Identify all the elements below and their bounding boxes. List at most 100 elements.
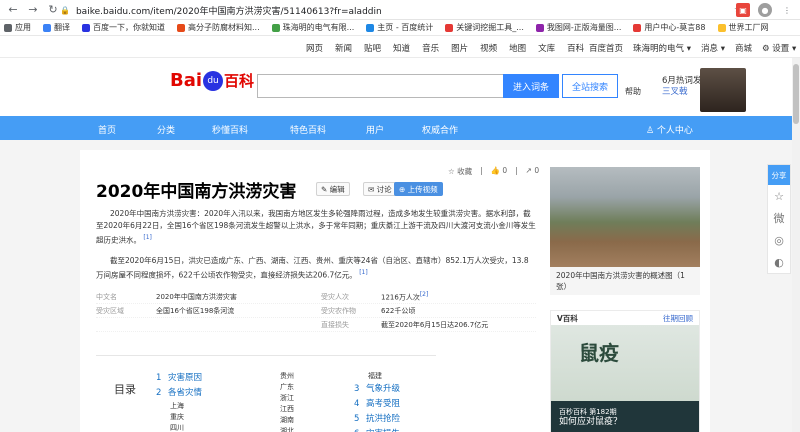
- photo-caption[interactable]: 2020年中国南方洪涝灾害的概述图（1张）: [550, 267, 700, 295]
- toc-sub-link[interactable]: 广东: [266, 382, 294, 393]
- product-link[interactable]: 文库: [538, 42, 555, 54]
- meta-item[interactable]: ☆ 收藏: [448, 166, 472, 177]
- bookmark-item[interactable]: 关键词挖掘工具_...: [445, 22, 524, 33]
- bookmark-label: 应用: [15, 23, 31, 32]
- article-meta-bar: ☆ 收藏 | 👍 0 | ↗ 0: [448, 166, 539, 177]
- video-thumbnail[interactable]: 鼠疫 百秒百科 第182期 如何应对鼠疫？: [551, 325, 699, 432]
- bookmark-label: 主页 - 百度统计: [377, 23, 434, 32]
- product-link[interactable]: 图片: [451, 42, 468, 54]
- toc-link[interactable]: 3 气象升级: [354, 382, 400, 397]
- user-link[interactable]: 商城: [735, 42, 752, 54]
- bookmark-favicon-icon: [366, 23, 375, 32]
- toc-link[interactable]: 5 抗洪抢险: [354, 412, 400, 427]
- user-link[interactable]: 百度首页: [589, 42, 623, 54]
- product-link[interactable]: 地图: [509, 42, 526, 54]
- bookmark-item[interactable]: 主页 - 百度统计: [366, 22, 433, 33]
- user-link[interactable]: 消息 ▾: [701, 42, 725, 54]
- discuss-button[interactable]: ✉ 讨论: [363, 182, 397, 196]
- toc-label: 各省灾情: [168, 388, 203, 398]
- citation-link[interactable]: [2]: [420, 291, 429, 298]
- meta-item: |: [480, 166, 483, 175]
- nav-miaodong[interactable]: 秒懂百科: [212, 123, 248, 136]
- v-baike-logo: V百科: [557, 313, 578, 323]
- toc-sub-link[interactable]: 重庆: [156, 412, 202, 423]
- toc-sub-link[interactable]: 贵州: [266, 371, 294, 382]
- favorite-icon[interactable]: ☆: [768, 185, 790, 207]
- qq-icon[interactable]: ◐: [768, 251, 790, 273]
- weibo-icon[interactable]: 微: [768, 207, 790, 229]
- toc-label: 气象升级: [366, 384, 401, 394]
- product-link[interactable]: 网页: [306, 42, 323, 54]
- product-link[interactable]: 新闻: [335, 42, 352, 54]
- toc-title: 目录: [114, 383, 136, 396]
- product-link[interactable]: 贴吧: [364, 42, 381, 54]
- past-review-link[interactable]: 往期回顾: [663, 313, 693, 324]
- bookmark-item[interactable]: 用户中心-莫言88: [633, 22, 706, 33]
- bookmark-item[interactable]: 高分子防腐材料知...: [177, 22, 260, 33]
- back-button[interactable]: ←: [6, 3, 20, 17]
- product-link[interactable]: 百科: [567, 42, 584, 54]
- wechat-icon[interactable]: ◎: [768, 229, 790, 251]
- toc-number: 2: [156, 388, 162, 398]
- bookmark-favicon-icon: [4, 23, 12, 32]
- product-link[interactable]: 音乐: [422, 42, 439, 54]
- bookmark-favicon-icon: [82, 23, 90, 32]
- citation-link[interactable]: [1]: [359, 269, 368, 276]
- user-center-link[interactable]: ♙ 个人中心: [646, 123, 693, 136]
- info-value: 全国16个省区198条河流: [156, 306, 235, 315]
- user-link[interactable]: ⚙ 设置 ▾: [762, 42, 796, 54]
- help-link[interactable]: 帮助: [625, 86, 641, 97]
- toc-sub-link[interactable]: 上海: [156, 401, 202, 412]
- toc-sub-link[interactable]: 福建: [354, 371, 400, 382]
- baike-logo[interactable]: Bai du 百科: [170, 70, 254, 91]
- nav-users[interactable]: 用户: [366, 123, 384, 136]
- bookmark-item[interactable]: 我图网-正版海量图...: [535, 22, 621, 33]
- bookmark-item[interactable]: 应用: [4, 22, 31, 33]
- toc-link[interactable]: 1 灾害原因: [156, 371, 202, 386]
- info-key: 受灾区域: [96, 306, 124, 315]
- scrollbar-thumb[interactable]: [793, 64, 799, 124]
- toc-link[interactable]: 4 高考受阻: [354, 397, 400, 412]
- upload-video-button[interactable]: ⊕ 上传视频: [394, 182, 443, 196]
- product-link[interactable]: 知道: [393, 42, 410, 54]
- product-link[interactable]: 视频: [480, 42, 497, 54]
- profile-avatar-icon[interactable]: ●: [758, 3, 772, 17]
- toc-sub-link[interactable]: 湖南: [266, 415, 294, 426]
- enter-entry-button[interactable]: 进入词条: [503, 74, 559, 98]
- promo-portrait-image[interactable]: [700, 68, 746, 112]
- toc-link[interactable]: 6灾害损失: [354, 427, 400, 432]
- reload-button[interactable]: ↻: [46, 3, 60, 17]
- bookmark-item[interactable]: 翻译: [43, 22, 70, 33]
- meta-item[interactable]: ↗ 0: [526, 166, 539, 177]
- toc-label: 抗洪抢险: [366, 414, 401, 424]
- bookmark-label: 高分子防腐材料知...: [188, 23, 260, 32]
- site-search-button[interactable]: 全站搜索: [562, 74, 618, 98]
- loss-paragraph: 截至2020年6月15日，洪灾已造成广东、广西、湖南、江西、贵州、重庆等24省（…: [96, 255, 536, 282]
- share-label: 分享: [768, 165, 790, 185]
- toc-sub-link[interactable]: 四川: [156, 423, 202, 432]
- forward-button[interactable]: →: [26, 3, 40, 17]
- toc-sub-link[interactable]: 湖北: [266, 426, 294, 432]
- nav-featured[interactable]: 特色百科: [290, 123, 326, 136]
- toc-link[interactable]: 2 各省灾情: [156, 386, 202, 401]
- toc-column-3: 福建 3 气象升级 4 高考受阻 5 抗洪抢险 6灾害损失: [354, 371, 400, 432]
- address-bar[interactable]: 🔒 baike.baidu.com/item/2020年中国南方洪涝灾害/511…: [60, 3, 750, 17]
- user-link[interactable]: 珠海明的电气 ▾: [633, 42, 691, 54]
- extension-icon[interactable]: ▣: [736, 3, 750, 17]
- bookmark-label: 用户中心-莫言88: [644, 23, 706, 32]
- nav-category[interactable]: 分类: [157, 123, 175, 136]
- meta-item[interactable]: 👍 0: [491, 166, 508, 177]
- edit-button[interactable]: ✎ 编辑: [316, 182, 350, 196]
- toc-sub-link[interactable]: 江西: [266, 404, 294, 415]
- menu-dots-icon[interactable]: ⋮: [780, 3, 794, 17]
- toc-sub-link[interactable]: 浙江: [266, 393, 294, 404]
- nav-authority[interactable]: 权威合作: [422, 123, 458, 136]
- v-baike-header: V百科 往期回顾: [551, 311, 699, 325]
- citation-link[interactable]: [1]: [143, 234, 152, 241]
- bookmark-item[interactable]: 珠海明的电气有限...: [271, 22, 354, 33]
- bookmark-item[interactable]: 百度一下，你就知道: [82, 22, 165, 33]
- bookmark-item[interactable]: 世界工厂网: [717, 22, 769, 33]
- overview-photo[interactable]: [550, 167, 700, 267]
- search-input[interactable]: [257, 74, 503, 98]
- nav-home[interactable]: 首页: [98, 123, 116, 136]
